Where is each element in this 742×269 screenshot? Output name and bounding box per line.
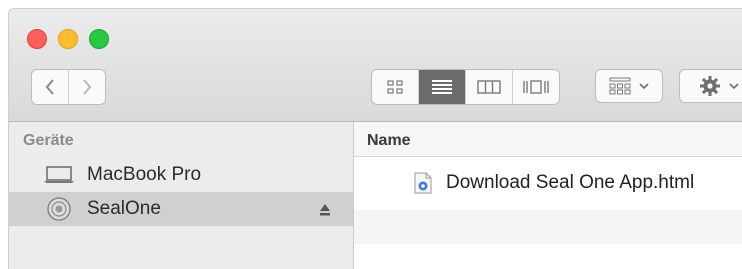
empty-row-stripe (354, 210, 742, 244)
file-list-pane: Name Download Seal One App.html (354, 122, 742, 269)
finder-window: Geräte MacBook Pro SealOne Name Download… (8, 8, 742, 269)
sidebar: Geräte MacBook Pro SealOne (9, 122, 354, 269)
action-menu-button[interactable] (679, 69, 742, 103)
eject-icon[interactable] (319, 201, 331, 223)
chevron-down-icon (639, 83, 649, 90)
html-file-icon (414, 172, 432, 194)
forward-button[interactable] (68, 70, 105, 104)
arrange-grid-icon (609, 77, 631, 95)
chevron-down-icon (729, 83, 739, 90)
laptop-icon (43, 163, 75, 187)
view-mode-selector (371, 69, 560, 105)
toolbar (9, 9, 742, 122)
gear-icon (700, 76, 720, 96)
arrange-menu-button[interactable] (595, 69, 663, 103)
back-button[interactable] (32, 70, 68, 104)
sidebar-heading-devices: Geräte (23, 132, 74, 149)
icon-view-icon (387, 80, 403, 94)
sidebar-item-macbook-pro[interactable]: MacBook Pro (9, 158, 353, 192)
icon-view-button[interactable] (372, 70, 418, 104)
disk-icon (43, 197, 75, 221)
column-header: Name (354, 122, 742, 157)
sidebar-item-label: MacBook Pro (87, 164, 202, 185)
navigation-buttons (31, 69, 106, 105)
cover-flow-icon (523, 80, 549, 94)
chevron-right-icon (83, 79, 92, 95)
column-view-icon (477, 80, 501, 94)
chevron-left-icon (45, 79, 54, 95)
sidebar-item-label: SealOne (87, 198, 161, 219)
cover-flow-view-button[interactable] (512, 70, 559, 104)
sidebar-item-sealone[interactable]: SealOne (9, 192, 353, 226)
file-row[interactable]: Download Seal One App.html (354, 166, 742, 200)
column-header-name[interactable]: Name (367, 132, 411, 150)
list-view-button[interactable] (418, 70, 465, 104)
column-view-button[interactable] (465, 70, 512, 104)
zoom-button[interactable] (89, 29, 109, 49)
close-button[interactable] (27, 29, 47, 49)
list-view-icon (432, 80, 452, 94)
file-name: Download Seal One App.html (446, 172, 695, 193)
minimize-button[interactable] (58, 29, 78, 49)
window-controls (27, 29, 109, 49)
